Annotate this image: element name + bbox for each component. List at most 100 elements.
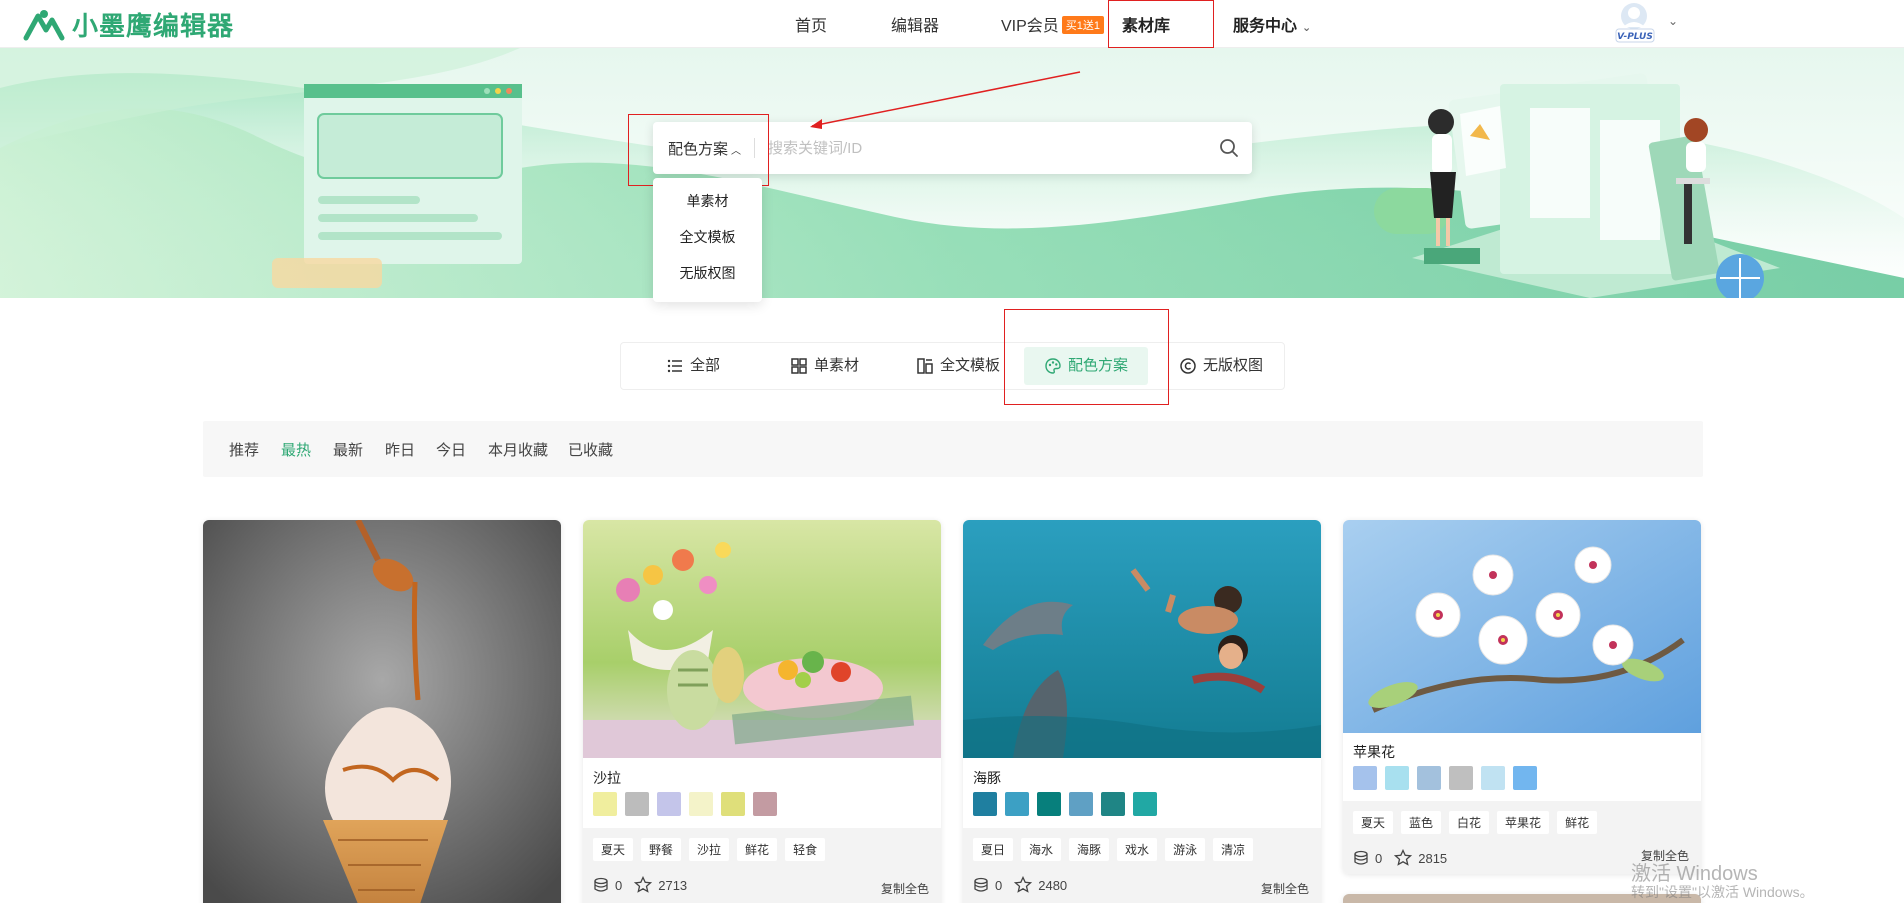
tab-color-scheme-highlight-box bbox=[1004, 309, 1169, 405]
search-type-dropdown: 单素材 全文模板 无版权图 bbox=[653, 178, 762, 302]
filter-yesterday[interactable]: 昨日 bbox=[385, 439, 415, 460]
color-swatch[interactable] bbox=[1481, 766, 1505, 790]
avatar[interactable]: V-PLUS bbox=[1612, 2, 1662, 44]
vip-promo-badge: 买1送1 bbox=[1061, 16, 1105, 34]
color-swatch[interactable] bbox=[1133, 792, 1157, 816]
list-icon bbox=[667, 359, 682, 373]
logo[interactable]: 小墨鹰编辑器 bbox=[22, 6, 234, 43]
color-swatches bbox=[593, 792, 777, 816]
color-swatch[interactable] bbox=[721, 792, 745, 816]
color-scheme-card[interactable]: 沙拉 夏天 野餐 沙拉 鲜花 轻食 0 2713 复制全色 bbox=[583, 520, 941, 903]
tag[interactable]: 夏日 bbox=[973, 838, 1014, 861]
tag[interactable]: 鲜花 bbox=[1557, 811, 1598, 834]
copyright-icon bbox=[1180, 358, 1196, 374]
avatar-chevron-down-icon[interactable]: ⌄ bbox=[1668, 14, 1678, 28]
top-navbar: 小墨鹰编辑器 首页 编辑器 VIP会员 买1送1 素材库 服务中心 ⌄ V-PLUS… bbox=[0, 0, 1904, 48]
color-swatch[interactable] bbox=[1037, 792, 1061, 816]
star-icon[interactable] bbox=[1014, 876, 1033, 894]
filter-hottest[interactable]: 最热 bbox=[281, 439, 311, 460]
nav-service[interactable]: 服务中心 ⌄ bbox=[1233, 12, 1311, 36]
dropdown-option-copyright-free[interactable]: 无版权图 bbox=[653, 258, 762, 294]
tag[interactable]: 轻食 bbox=[785, 838, 826, 861]
copy-all-colors-button[interactable]: 复制全色 bbox=[881, 880, 929, 897]
tab-single-material[interactable]: 单素材 bbox=[790, 343, 859, 389]
star-icon[interactable] bbox=[1394, 849, 1413, 867]
tag[interactable]: 游泳 bbox=[1165, 838, 1206, 861]
database-icon bbox=[594, 877, 608, 892]
color-swatch[interactable] bbox=[1353, 766, 1377, 790]
filter-monthly-favorites[interactable]: 本月收藏 bbox=[488, 439, 548, 460]
dropdown-option-full-template[interactable]: 全文模板 bbox=[653, 222, 762, 258]
card-title: 苹果花 bbox=[1353, 744, 1395, 760]
nav-editor[interactable]: 编辑器 bbox=[891, 12, 939, 36]
color-swatch[interactable] bbox=[1417, 766, 1441, 790]
tag[interactable]: 夏天 bbox=[593, 838, 634, 861]
color-swatch[interactable] bbox=[973, 792, 997, 816]
database-icon bbox=[974, 877, 988, 892]
filter-today[interactable]: 今日 bbox=[436, 439, 466, 460]
tag[interactable]: 沙拉 bbox=[689, 838, 730, 861]
color-swatch[interactable] bbox=[1069, 792, 1093, 816]
color-swatch[interactable] bbox=[593, 792, 617, 816]
color-swatch[interactable] bbox=[657, 792, 681, 816]
tag[interactable]: 夏天 bbox=[1353, 811, 1394, 834]
color-swatch[interactable] bbox=[1449, 766, 1473, 790]
filter-newest[interactable]: 最新 bbox=[333, 439, 363, 460]
filter-favorited[interactable]: 已收藏 bbox=[568, 439, 613, 460]
tab-copyright-free[interactable]: 无版权图 bbox=[1179, 343, 1263, 389]
nav-home[interactable]: 首页 bbox=[795, 12, 827, 36]
tag[interactable]: 海豚 bbox=[1069, 838, 1110, 861]
tag[interactable]: 苹果花 bbox=[1497, 811, 1550, 834]
download-count: 0 bbox=[995, 877, 1003, 893]
tab-all-label: 全部 bbox=[690, 357, 721, 374]
color-scheme-card[interactable]: 苹果花 夏天 蓝色 白花 苹果花 鲜花 0 2815 复制全色 bbox=[1343, 520, 1701, 874]
color-swatch[interactable] bbox=[625, 792, 649, 816]
grid-icon bbox=[791, 358, 807, 374]
tag-list: 夏天 蓝色 白花 苹果花 鲜花 bbox=[1353, 811, 1598, 834]
download-count: 0 bbox=[615, 877, 623, 893]
card-title: 海豚 bbox=[973, 770, 1001, 786]
search-input[interactable] bbox=[768, 134, 1188, 162]
card-image bbox=[1343, 520, 1701, 733]
card-image bbox=[963, 520, 1321, 758]
tab-full-template[interactable]: 全文模板 bbox=[916, 343, 1000, 389]
star-count: 2480 bbox=[1038, 877, 1068, 893]
tag[interactable]: 戏水 bbox=[1117, 838, 1158, 861]
search-icon[interactable] bbox=[1218, 137, 1240, 159]
template-icon bbox=[917, 358, 933, 374]
tag[interactable]: 海水 bbox=[1021, 838, 1062, 861]
tag[interactable]: 白花 bbox=[1449, 811, 1490, 834]
tab-single-material-label: 单素材 bbox=[814, 357, 860, 374]
color-swatch[interactable] bbox=[689, 792, 713, 816]
category-tabs: 全部 单素材 全文模板 配色方案 无版权图 bbox=[620, 342, 1285, 390]
nav-vip-label: VIP会员 bbox=[1001, 18, 1059, 35]
filter-recommended[interactable]: 推荐 bbox=[229, 439, 259, 460]
tag[interactable]: 清凉 bbox=[1213, 838, 1254, 861]
card-stats: 0 2480 bbox=[973, 876, 1067, 894]
tag[interactable]: 野餐 bbox=[641, 838, 682, 861]
material-card[interactable] bbox=[203, 520, 561, 903]
download-count: 0 bbox=[1375, 850, 1383, 866]
database-icon bbox=[1354, 850, 1368, 865]
color-swatch[interactable] bbox=[1385, 766, 1409, 790]
color-swatch[interactable] bbox=[1005, 792, 1029, 816]
search-type-highlight-box bbox=[628, 114, 769, 186]
color-swatch[interactable] bbox=[1513, 766, 1537, 790]
nav-service-label: 服务中心 bbox=[1233, 18, 1298, 35]
card-footer: 夏日 海水 海豚 戏水 游泳 清凉 0 2480 复制全色 bbox=[963, 828, 1321, 903]
card-stats: 0 2713 bbox=[593, 876, 687, 894]
vip-level-text: V-PLUS bbox=[1617, 32, 1653, 42]
star-icon[interactable] bbox=[634, 876, 653, 894]
color-scheme-card[interactable]: 海豚 夏日 海水 海豚 戏水 游泳 清凉 0 2480 复制全色 bbox=[963, 520, 1321, 903]
tag[interactable]: 蓝色 bbox=[1401, 811, 1442, 834]
color-swatch[interactable] bbox=[1101, 792, 1125, 816]
star-count: 2713 bbox=[658, 877, 688, 893]
star-count: 2815 bbox=[1418, 850, 1448, 866]
card-stats: 0 2815 bbox=[1353, 849, 1447, 867]
dropdown-option-single-material[interactable]: 单素材 bbox=[653, 186, 762, 222]
tag[interactable]: 鲜花 bbox=[737, 838, 778, 861]
tab-all[interactable]: 全部 bbox=[666, 343, 720, 389]
nav-vip[interactable]: VIP会员 买1送1 bbox=[1001, 12, 1105, 36]
color-swatch[interactable] bbox=[753, 792, 777, 816]
copy-all-colors-button[interactable]: 复制全色 bbox=[1261, 880, 1309, 897]
